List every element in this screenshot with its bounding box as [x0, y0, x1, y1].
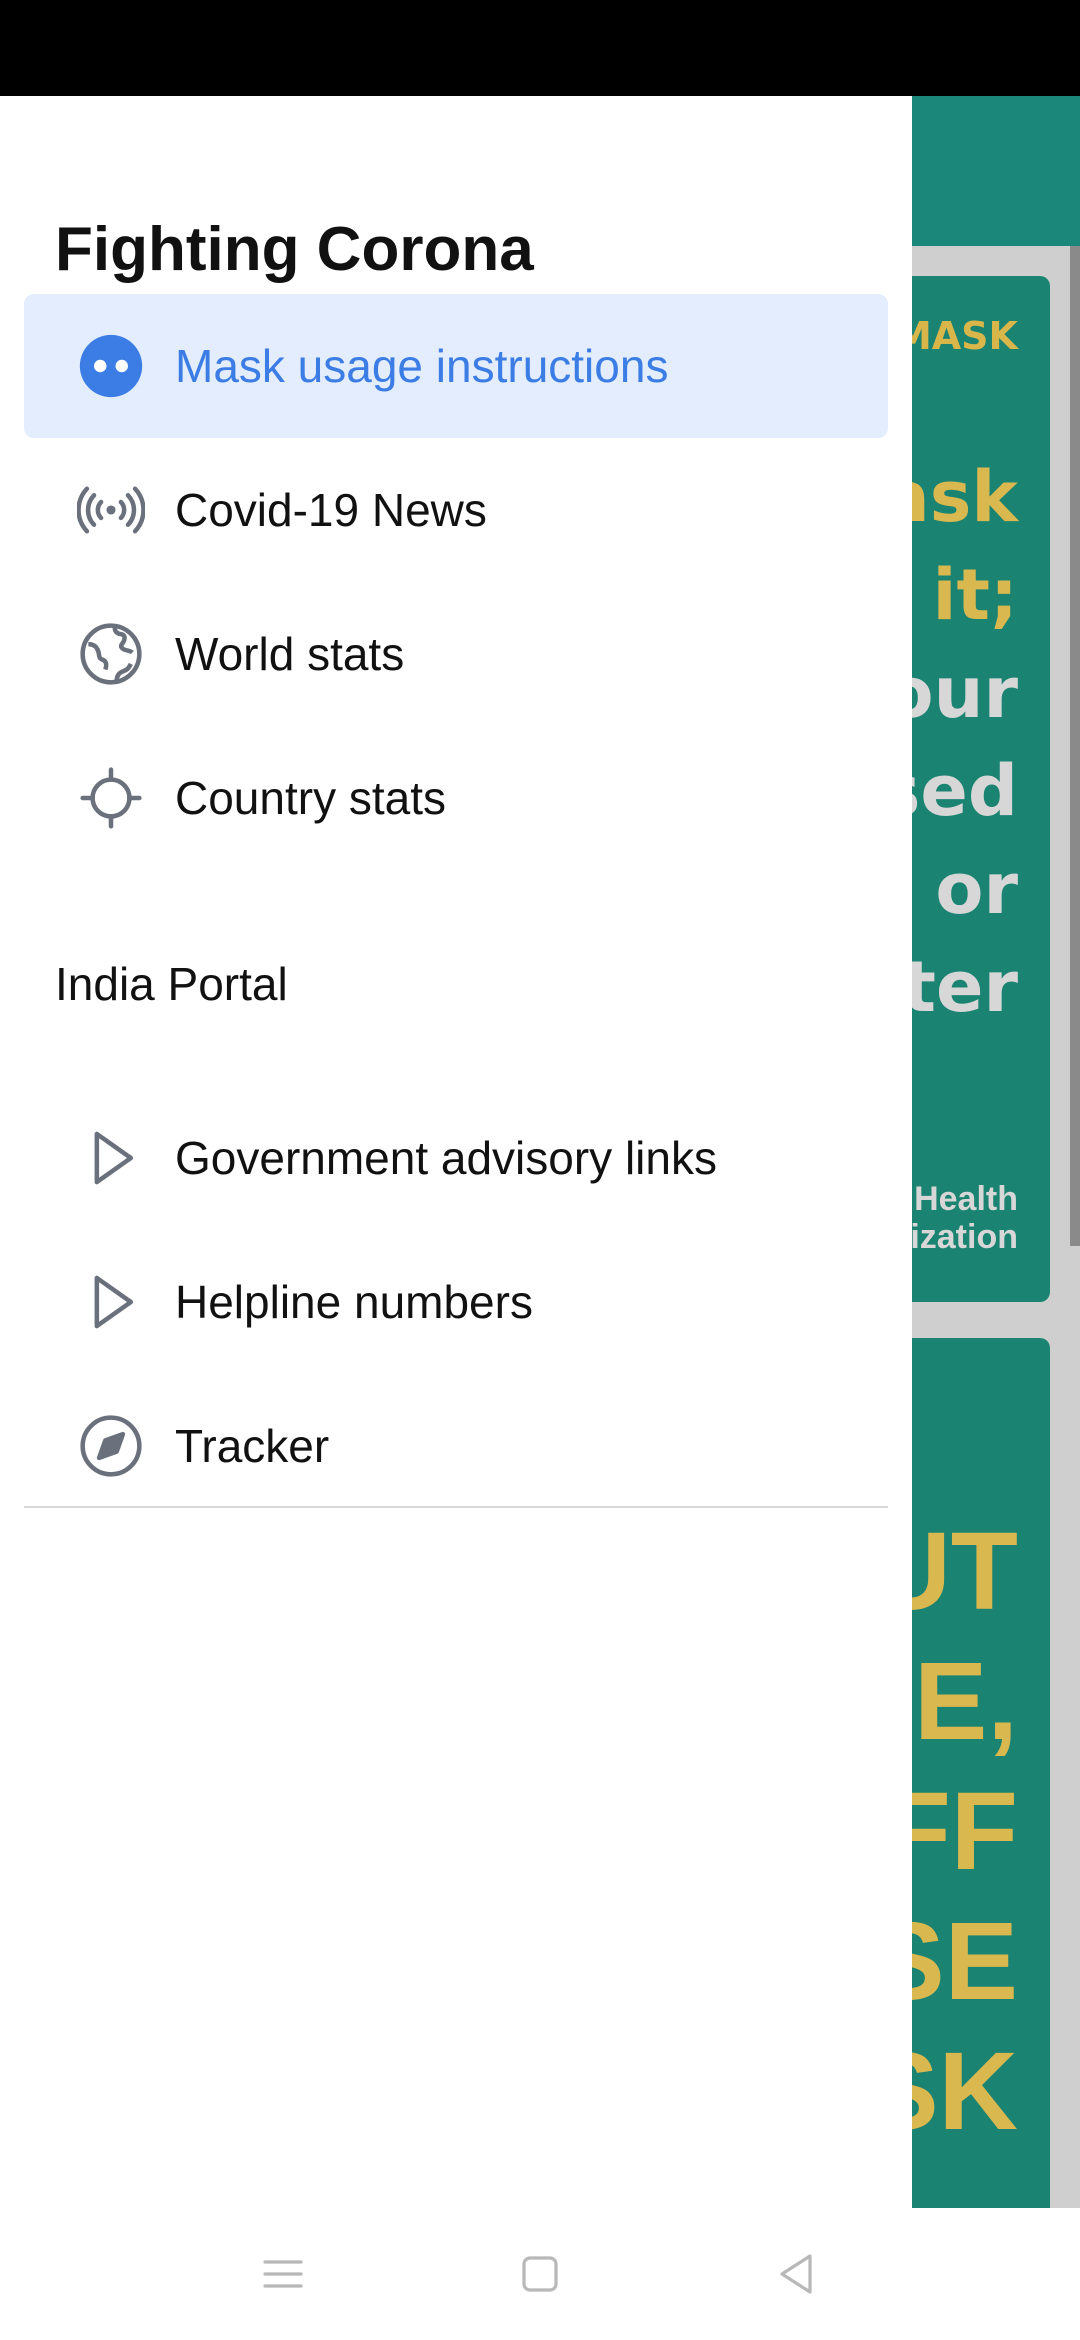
- nav-item-label: Government advisory links: [175, 1132, 717, 1184]
- nav-item-mask-usage[interactable]: Mask usage instructions: [24, 294, 888, 438]
- nav-item-label: Tracker: [175, 1420, 330, 1472]
- system-navigation-bar: [0, 2208, 1080, 2340]
- scrollbar: [1070, 246, 1080, 1246]
- menu-icon[interactable]: [259, 2250, 307, 2298]
- drawer-title: Fighting Corona: [55, 215, 534, 284]
- globe-icon: [80, 623, 142, 685]
- nav-item-tracker[interactable]: Tracker: [24, 1374, 888, 1518]
- card-caption: Health: [914, 1180, 1018, 1218]
- nav-item-country-stats[interactable]: Country stats: [24, 726, 888, 870]
- compass-icon: [80, 1415, 142, 1477]
- nav-item-government-advisory[interactable]: Government advisory links: [24, 1086, 888, 1230]
- card-line: ter: [902, 946, 1018, 1028]
- navigation-drawer: Fighting Corona Mask usage instructions …: [0, 96, 912, 2208]
- nav-item-label: Covid-19 News: [175, 484, 487, 536]
- nav-item-label: Helpline numbers: [175, 1276, 533, 1328]
- broadcast-icon: [77, 486, 145, 534]
- drawer-divider: [24, 1506, 888, 1508]
- section-header-india-portal: India Portal: [55, 958, 288, 1010]
- nav-item-label: Mask usage instructions: [175, 340, 669, 392]
- crosshair-icon: [80, 767, 142, 829]
- nav-item-helpline-numbers[interactable]: Helpline numbers: [24, 1230, 888, 1374]
- nav-item-covid-news[interactable]: Covid-19 News: [24, 438, 888, 582]
- back-icon[interactable]: [772, 2250, 820, 2298]
- home-icon[interactable]: [516, 2250, 564, 2298]
- mask-icon: [79, 334, 143, 398]
- status-bar: [0, 0, 1080, 96]
- play-icon: [94, 1275, 134, 1329]
- nav-item-world-stats[interactable]: World stats: [24, 582, 888, 726]
- nav-item-label: Country stats: [175, 772, 446, 824]
- play-icon: [94, 1131, 134, 1185]
- card-heading: MASK: [893, 314, 1018, 358]
- nav-item-label: World stats: [175, 628, 405, 680]
